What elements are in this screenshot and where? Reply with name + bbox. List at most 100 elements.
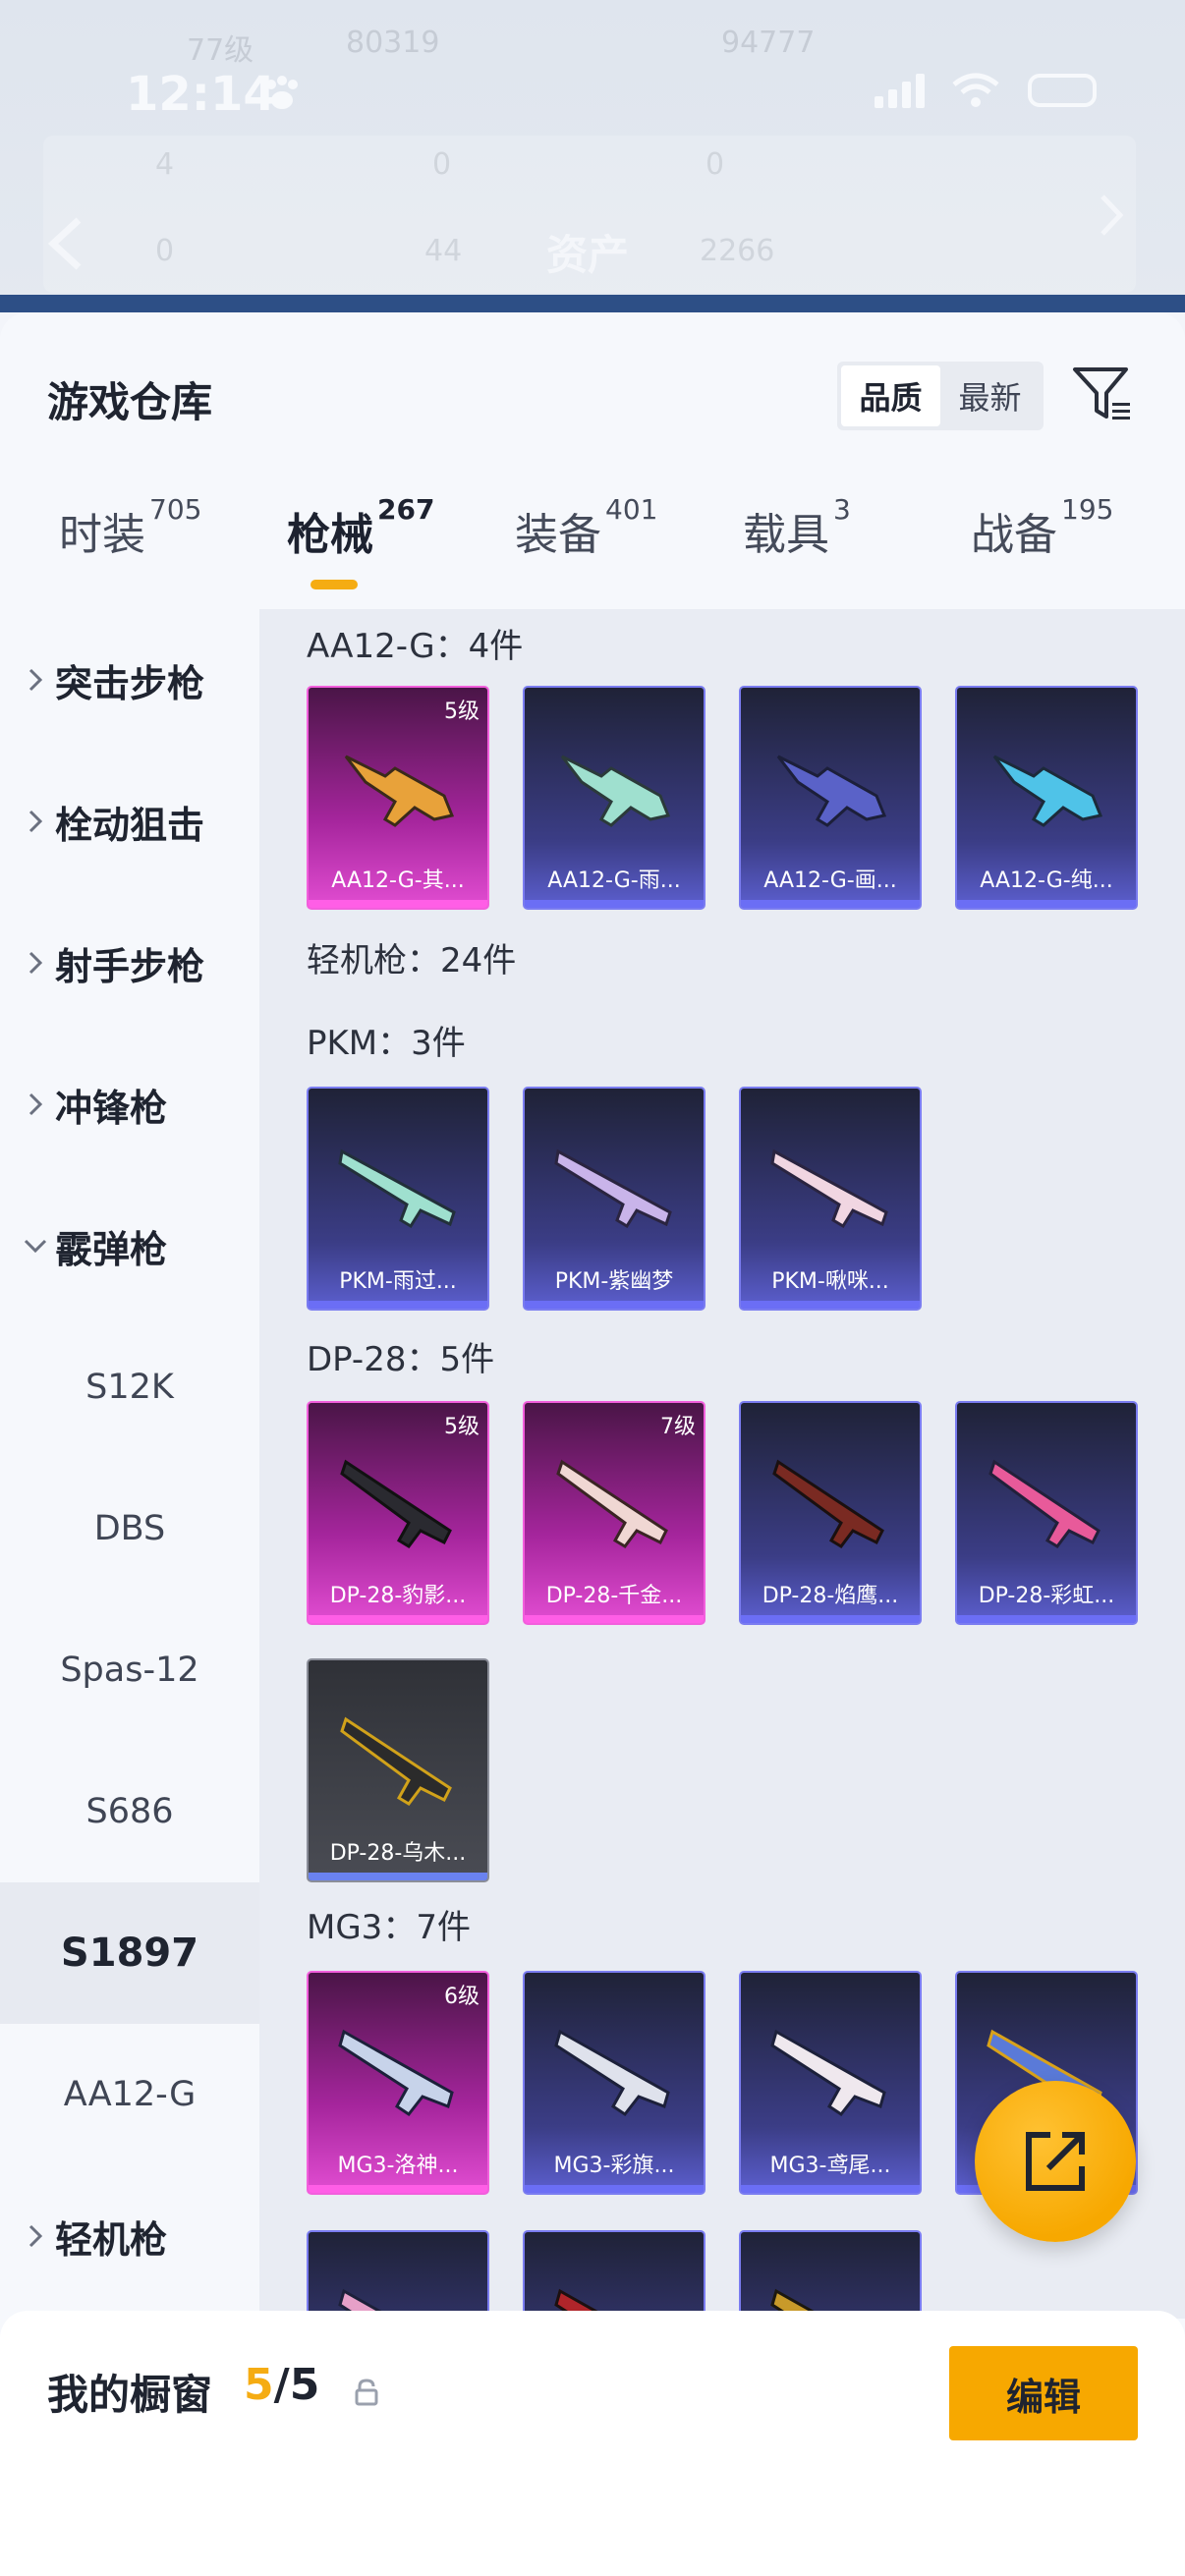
rarity-bar (957, 1615, 1136, 1623)
rarity-bar (525, 1301, 704, 1309)
section-title-mg3: MG3：7件 (307, 1908, 471, 1947)
tab-count: 705 (149, 493, 202, 526)
faint-stat: 80319 (346, 26, 440, 60)
tab-equipment[interactable]: 装备401 (515, 493, 657, 562)
showcase-separator: / (273, 2360, 290, 2410)
share-icon (1026, 2132, 1085, 2191)
faint-stat: 94777 (721, 26, 816, 60)
sidebar-item-s686[interactable]: S686 (0, 1741, 259, 1882)
edit-button[interactable]: 编辑 (949, 2346, 1138, 2440)
rarity-bar (525, 1615, 704, 1623)
sidebar-category-label: 射手步枪 (55, 944, 205, 988)
weapon-name: DP-28-乌木... (329, 1841, 467, 1866)
weapon-card[interactable]: DP-28-乌木... (307, 1658, 489, 1882)
sidebar-category-shotgun[interactable]: 霰弹枪 (0, 1175, 259, 1316)
tab-active-indicator (310, 580, 358, 589)
tab-count: 3 (833, 493, 851, 526)
signal-icon (874, 74, 925, 108)
rarity-bar (957, 900, 1136, 908)
share-button[interactable] (975, 2081, 1136, 2242)
sheet-title: 游戏仓库 (47, 378, 213, 426)
weapon-card[interactable]: DP-28-焰鹰... (739, 1401, 922, 1625)
weapon-card[interactable]: 5级 DP-28-豹影... (307, 1401, 489, 1625)
sidebar-category-bolt-sniper[interactable]: 栓动狙击 (0, 751, 259, 892)
weapon-card[interactable]: PKM-雨过... (307, 1087, 489, 1311)
weapon-image (770, 1148, 888, 1229)
tab-label: 装备 (515, 510, 601, 560)
sidebar-category-lmg[interactable]: 轻机枪 (0, 2165, 259, 2307)
chevron-right-icon (16, 1092, 55, 1116)
wifi-icon (952, 73, 999, 107)
sidebar-category-label: 栓动狙击 (55, 803, 205, 847)
chevron-right-icon (16, 2224, 55, 2248)
weapon-name: AA12-G-画... (763, 868, 897, 893)
sidebar-item-aa12g[interactable]: AA12-G (0, 2024, 259, 2165)
weapon-card[interactable]: MG3-鸢尾... (739, 1971, 922, 2195)
weapon-card[interactable]: MG3-彩旗... (523, 1971, 705, 2195)
weapon-card[interactable]: 7级 DP-28-千金... (523, 1401, 705, 1625)
faint-level: 77级 (187, 33, 254, 68)
weapon-card[interactable]: DP-28-彩虹... (955, 1401, 1138, 1625)
weapon-card[interactable]: PKM-紫幽梦 (523, 1087, 705, 1311)
weapon-name: DP-28-豹影... (329, 1584, 467, 1608)
tab-guns[interactable]: 枪械267 (287, 493, 434, 562)
tab-fashion[interactable]: 时装705 (59, 493, 201, 562)
rarity-bar (309, 2185, 487, 2193)
weapon-image (338, 1148, 456, 1229)
tab-supplies[interactable]: 战备195 (971, 493, 1113, 562)
sidebar-category-label: 冲锋枪 (55, 1086, 168, 1130)
chevron-right-icon (16, 951, 55, 975)
sidebar-item-dbs[interactable]: DBS (0, 1458, 259, 1599)
rarity-bar (741, 2185, 920, 2193)
filter-icon[interactable] (1071, 364, 1134, 426)
weapon-card[interactable] (523, 2230, 705, 2319)
weapon-card[interactable] (739, 2230, 922, 2319)
weapon-name: DP-28-千金... (545, 1584, 683, 1608)
weapon-image (560, 755, 671, 827)
sidebar-item-s12k[interactable]: S12K (0, 1316, 259, 1458)
weapon-name: DP-28-焰鹰... (762, 1584, 899, 1608)
rarity-bar (741, 1301, 920, 1309)
lock-icon (355, 2379, 378, 2406)
weapon-card[interactable]: PKM-啾咪... (739, 1087, 922, 1311)
weapon-name: PKM-啾咪... (771, 1269, 889, 1294)
back-icon[interactable] (43, 214, 88, 273)
sort-quality[interactable]: 品质 (841, 365, 940, 426)
weapon-image (988, 1459, 1100, 1548)
chevron-right-icon[interactable] (1097, 193, 1126, 238)
weapon-image (554, 1148, 672, 1229)
sidebar-category-assault-rifle[interactable]: 突击步枪 (0, 609, 259, 751)
weapon-card[interactable]: AA12-G-纯... (955, 686, 1138, 910)
weapon-card[interactable]: 5级 AA12-G-其... (307, 686, 489, 910)
showcase-bar: 我的橱窗 5/5 编辑 (0, 2311, 1185, 2576)
tab-vehicles[interactable]: 载具3 (743, 493, 851, 562)
weapon-card[interactable]: AA12-G-雨... (523, 686, 705, 910)
weapon-card[interactable] (307, 2230, 489, 2319)
weapon-image (992, 755, 1103, 827)
sort-latest[interactable]: 最新 (940, 365, 1040, 426)
weapon-card[interactable]: 6级 MG3-洛神... (307, 1971, 489, 2195)
rarity-bar (525, 900, 704, 908)
weapon-name: AA12-G-其... (331, 868, 465, 893)
section-title-aa12g: AA12-G：4件 (307, 627, 524, 666)
rarity-bar (309, 1301, 487, 1309)
chevron-right-icon (16, 810, 55, 833)
sidebar-item-spas12[interactable]: Spas-12 (0, 1599, 259, 1741)
weapon-card[interactable]: AA12-G-画... (739, 686, 922, 910)
weapon-name: MG3-鸢尾... (769, 2154, 891, 2178)
paw-icon (266, 76, 298, 109)
weapon-name: MG3-洛神... (337, 2154, 459, 2178)
sidebar-category-dmr[interactable]: 射手步枪 (0, 892, 259, 1034)
sidebar-item-s1897[interactable]: S1897 (0, 1882, 259, 2024)
weapon-category-sidebar: 突击步枪 栓动狙击 射手步枪 冲锋枪 霰弹枪 S12K DBS Spas-12 … (0, 609, 259, 2576)
weapon-name: PKM-雨过... (339, 1269, 457, 1294)
chevron-down-icon (16, 1239, 55, 1253)
weapon-image (772, 1459, 884, 1548)
sidebar-category-smg[interactable]: 冲锋枪 (0, 1034, 259, 1175)
sidebar-category-label: 突击步枪 (55, 661, 205, 705)
tab-count: 401 (605, 493, 658, 526)
sidebar-category-label: 轻机枪 (55, 2217, 168, 2262)
rarity-bar (741, 900, 920, 908)
section-title-pkm: PKM：3件 (307, 1024, 466, 1063)
weapon-image (554, 2029, 670, 2117)
